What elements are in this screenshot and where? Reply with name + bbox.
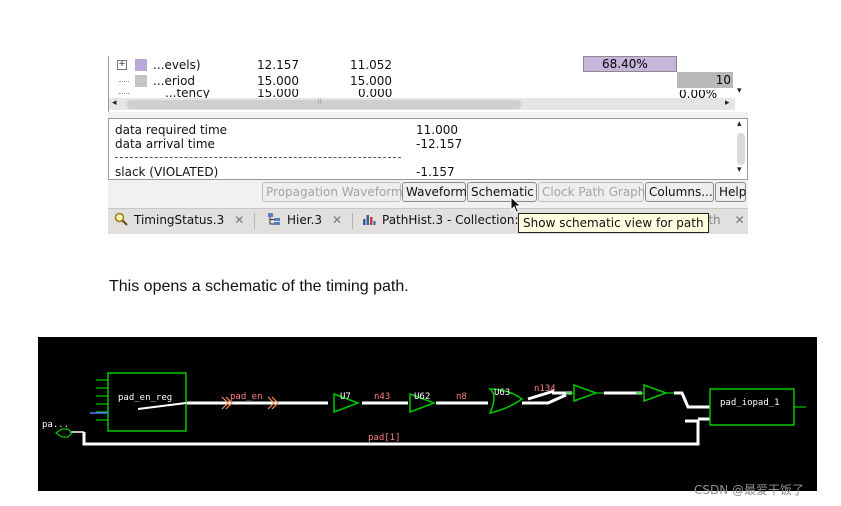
row-value-1: 15.000 <box>257 74 299 88</box>
net-label-n134: n134 <box>534 384 556 394</box>
arrival-time-label: data arrival time <box>115 137 215 151</box>
u7-label: U7 <box>340 392 351 402</box>
buffer-cell[interactable] <box>573 383 599 403</box>
net-label-n8: n8 <box>456 392 467 402</box>
waveform-button[interactable]: Waveform <box>402 182 467 202</box>
buffer-cell[interactable] <box>643 383 669 403</box>
vertical-scrollbar[interactable]: ▾ <box>735 56 747 104</box>
scrollbar-thumb[interactable] <box>737 133 745 165</box>
close-icon[interactable]: ✕ <box>735 213 745 227</box>
reg-pins <box>96 379 108 421</box>
u63-label: U63 <box>494 388 510 398</box>
percent-value: 68.40% <box>602 57 648 71</box>
net-label-pad1: pad[1] <box>368 433 401 443</box>
close-icon[interactable]: ✕ <box>332 213 342 227</box>
row-value-1: 15.000 <box>257 89 299 98</box>
slack-label: slack (VIOLATED) <box>115 165 219 179</box>
scroll-left-icon[interactable]: ◂ <box>112 98 117 108</box>
row-name: ...tency <box>165 89 210 98</box>
percent-bar-cell: 68.40% <box>583 56 677 72</box>
propagation-waveform-button[interactable]: Propagation Waveform <box>262 182 403 202</box>
timing-analysis-panel: + ...evels) 12.157 11.052 ...eriod 15.00… <box>108 56 748 234</box>
schematic-button[interactable]: Schematic <box>467 182 537 202</box>
help-button[interactable]: Help <box>715 182 746 202</box>
u62-label: U62 <box>414 392 430 402</box>
wire-to-iopad <box>674 391 710 409</box>
iopad-label: pad_iopad_1 <box>720 398 780 408</box>
color-swatch <box>135 75 147 87</box>
scrollbar-thumb[interactable]: ⠿ <box>127 98 521 109</box>
tab-separator <box>254 213 255 229</box>
tab-separator <box>352 213 353 229</box>
columns-button[interactable]: Columns... <box>645 182 714 202</box>
report-toolbar: Propagation Waveform Waveform Schematic … <box>108 182 748 204</box>
watermark: CSDN @最爱干饭了 <box>694 483 805 497</box>
scroll-down-icon[interactable]: ▾ <box>737 86 742 96</box>
required-time-label: data required time <box>115 123 228 137</box>
tab-label: TimingStatus.3 <box>134 213 225 227</box>
mouse-cursor-icon <box>510 196 522 214</box>
schematic-canvas[interactable]: pad_en_reg pa... pad_en U7 n43 U62 n8 U6… <box>38 337 817 491</box>
close-icon[interactable]: ✕ <box>234 213 244 227</box>
histogram-icon <box>363 215 376 225</box>
tab-timing-status[interactable]: TimingStatus.3 ✕ <box>114 209 244 233</box>
timing-report: data required time 11.000 data arrival t… <box>108 118 748 180</box>
net-label-n43: n43 <box>374 392 390 402</box>
row-value-2: 15.000 <box>350 74 392 88</box>
reg-output-wire <box>137 402 187 410</box>
tab-hier[interactable]: Hier.3 ✕ <box>267 209 342 233</box>
input-port-label: pa... <box>42 420 69 430</box>
caption-text: This opens a schematic of the timing pat… <box>109 278 409 295</box>
table-row[interactable]: ...eriod 15.000 15.000 <box>109 73 733 89</box>
grip-icon: ⠿ <box>317 98 323 106</box>
magnifier-icon <box>114 212 128 226</box>
required-time-value: 11.000 <box>416 123 458 137</box>
scroll-right-icon[interactable]: ▸ <box>725 98 730 108</box>
tab-label: Hier.3 <box>287 213 323 227</box>
scroll-up-icon[interactable]: ▴ <box>737 119 742 129</box>
slack-value: -1.157 <box>416 165 455 179</box>
net-label-pad-en: pad_en <box>230 392 263 402</box>
row-name: ...evels) <box>153 58 201 72</box>
value-cell: 10 <box>677 72 733 88</box>
tree-line <box>119 93 129 94</box>
row-value-2: 11.052 <box>350 58 392 72</box>
divider <box>115 157 401 158</box>
timing-path-schematic: pad_en_reg pa... pad_en U7 n43 U62 n8 U6… <box>38 337 817 491</box>
scroll-down-icon[interactable]: ▾ <box>737 165 742 175</box>
tree-line <box>119 81 129 82</box>
expand-icon[interactable]: + <box>117 60 127 70</box>
tooltip: Show schematic view for path <box>518 213 709 233</box>
row-value-1: 12.157 <box>257 58 299 72</box>
tab-pathhist[interactable]: PathHist.3 - Collection: <box>362 209 518 233</box>
clock-path-graph-button[interactable]: Clock Path Graph <box>538 182 645 202</box>
value-text: 10 <box>715 73 731 87</box>
reg-label: pad_en_reg <box>118 393 172 403</box>
hierarchy-icon <box>268 213 280 225</box>
input-port-icon[interactable] <box>54 428 73 438</box>
table-row[interactable]: ...tency 15.000 0.000 <box>109 89 733 98</box>
row-value-2: 0.000 <box>358 89 393 98</box>
color-swatch <box>135 59 147 71</box>
tab-label: PathHist.3 - Collection: <box>382 213 519 227</box>
arrival-time-value: -12.157 <box>416 137 463 151</box>
timing-table: + ...evels) 12.157 11.052 ...eriod 15.00… <box>108 56 748 112</box>
row-name: ...eriod <box>153 74 196 88</box>
